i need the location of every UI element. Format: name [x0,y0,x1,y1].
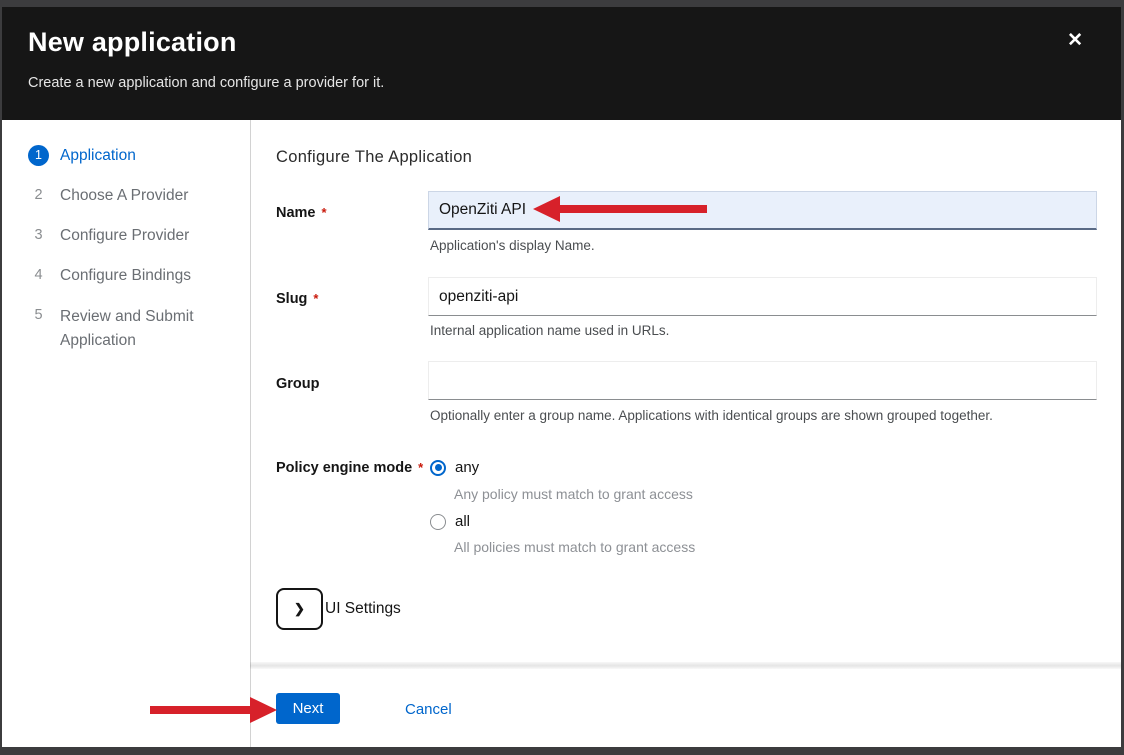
wizard-step-configure-bindings[interactable]: 4 Configure Bindings [28,265,191,286]
next-button[interactable]: Next [276,693,340,724]
group-input[interactable] [428,361,1097,400]
step-number-badge: 1 [28,145,49,166]
new-application-modal: New application Create a new application… [2,7,1121,747]
radio-selected-icon [430,460,446,476]
footer-divider [250,662,1121,669]
name-label: Name* [276,205,327,221]
wizard-step-choose-provider[interactable]: 2 Choose A Provider [28,185,188,206]
wizard-step-configure-provider[interactable]: 3 Configure Provider [28,225,189,246]
radio-label-any: any [455,459,479,476]
name-helper-text: Application's display Name. [430,238,595,253]
policy-mode-all-helper: All policies must match to grant access [454,539,695,555]
modal-title: New application [28,27,237,58]
ui-settings-expand-button[interactable]: ❯ [276,588,323,630]
policy-engine-mode-label: Policy engine mode* [276,460,423,476]
step-label: Application [60,145,136,166]
cancel-link[interactable]: Cancel [405,701,452,718]
required-marker: * [418,460,423,475]
step-label: Choose A Provider [60,185,188,206]
radio-unselected-icon [430,514,446,530]
wizard-step-review-submit[interactable]: 5 Review and Submit Application [28,305,218,353]
required-marker: * [322,205,327,220]
slug-helper-text: Internal application name used in URLs. [430,323,669,338]
wizard-step-application[interactable]: 1 Application [28,145,136,166]
step-number: 4 [28,265,49,286]
close-icon[interactable]: ✕ [1067,31,1083,50]
step-label: Configure Provider [60,225,189,246]
slug-input[interactable] [428,277,1097,316]
step-label: Review and Submit Application [60,305,218,353]
group-helper-text: Optionally enter a group name. Applicati… [430,408,993,423]
step-label: Configure Bindings [60,265,191,286]
chevron-right-icon: ❯ [294,601,305,617]
slug-label: Slug* [276,291,318,307]
step-number: 5 [28,305,49,326]
radio-label-all: all [455,513,470,530]
sidebar-divider [250,120,251,747]
ui-settings-label: UI Settings [325,600,401,618]
step-number: 3 [28,225,49,246]
group-label: Group [276,376,320,392]
policy-mode-all-radio[interactable]: all [430,513,470,530]
policy-mode-any-helper: Any policy must match to grant access [454,486,693,502]
modal-subtitle: Create a new application and configure a… [28,75,384,91]
required-marker: * [313,291,318,306]
page-title: Configure The Application [276,148,472,167]
policy-mode-any-radio[interactable]: any [430,459,479,476]
step-number: 2 [28,185,49,206]
name-input[interactable] [428,191,1097,230]
modal-header: New application Create a new application… [2,7,1121,120]
